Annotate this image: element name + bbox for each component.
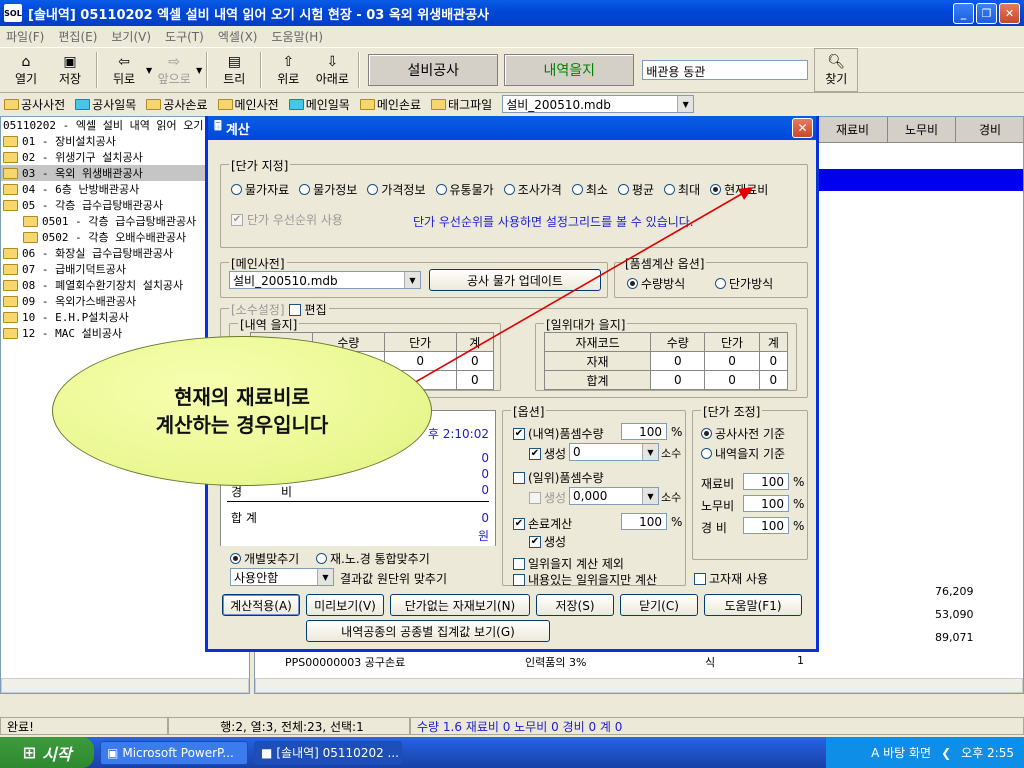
sol-app-icon: ■ [261,745,273,760]
system-tray: A 바탕 화면 ❮ 오후 2:55 [826,737,1024,768]
desktop-toggle[interactable]: A 바탕 화면 [871,744,931,761]
callout-line-1: 현재의 재료비로 [174,385,310,409]
status-summary: 수량 1.6 재료비 0 노무비 0 경비 0 계 0 [410,717,1024,735]
start-button[interactable]: ⊞ 시작 [0,737,94,768]
windows-logo-icon: ⊞ [22,743,36,762]
callout-line-2: 계산하는 경우입니다 [155,413,329,437]
task-powerpoint[interactable]: ▣ Microsoft PowerP... [100,740,248,765]
task-solnaeyeok[interactable]: ■ [솔내역] 05110202 ... [254,740,402,765]
status-ready: 완료! [0,717,168,735]
statusbar: 완료! 행:2, 열:3, 전체:23, 선택:1 수량 1.6 재료비 0 노… [0,715,1024,737]
clock: 오후 2:55 [961,746,1014,760]
callout-bubble: 현재의 재료비로 계산하는 경우입니다 [52,336,432,486]
desktop-icon: A [871,746,884,760]
powerpoint-icon: ▣ [107,745,119,760]
tray-arrow-icon[interactable]: ❮ [941,746,951,760]
status-position: 행:2, 열:3, 전체:23, 선택:1 [168,717,410,735]
taskbar: ⊞ 시작 ▣ Microsoft PowerP... ■ [솔내역] 05110202… [0,737,1024,768]
